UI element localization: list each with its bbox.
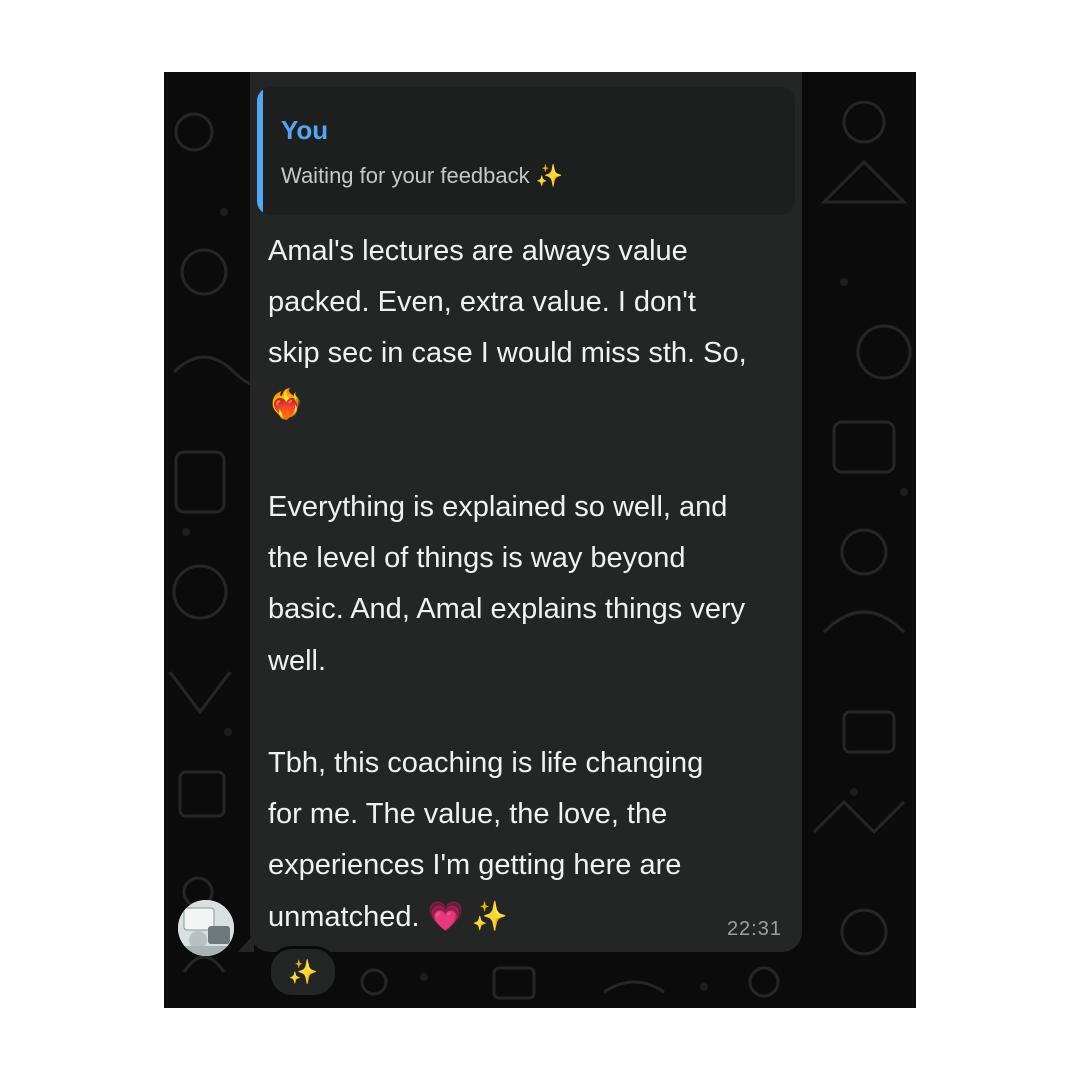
heart-on-fire-emoji: ❤️‍🔥 <box>268 380 792 431</box>
message-line: well. <box>268 644 327 677</box>
message-line: packed. Even, extra value. I don't <box>268 286 696 319</box>
message-line: experiences I'm getting here are <box>268 849 682 882</box>
message-timestamp: 22:31 <box>726 918 782 940</box>
message-last-line: unmatched. 💗 ✨ <box>268 892 792 943</box>
message-line: basic. And, Amal explains things very <box>268 593 746 626</box>
message-line: Amal's lectures are always value <box>268 235 688 267</box>
reply-accent-bar <box>257 87 263 215</box>
avatar[interactable] <box>178 900 234 956</box>
heart-on-fire-emoji-glyph: ❤️‍🔥 <box>268 388 305 421</box>
message-line: the level of things is way beyond <box>268 542 686 575</box>
reaction-pill[interactable]: ✨ <box>268 946 338 998</box>
message-bubble[interactable]: You Waiting for your feedback ✨ Amal's l… <box>250 72 802 952</box>
message-line: Tbh, this coaching is life changing <box>268 747 704 779</box>
chat-screen: You Waiting for your feedback ✨ Amal's l… <box>164 72 916 1008</box>
message-body: Amal's lectures are always value packed.… <box>268 226 792 943</box>
avatar-photo <box>178 900 234 956</box>
sparkles-reaction-icon: ✨ <box>288 958 318 986</box>
quoted-reply[interactable]: You Waiting for your feedback ✨ <box>257 87 795 215</box>
message-line: for me. The value, the love, the <box>268 798 668 831</box>
heart-sparkle-emoji: 💗 ✨ <box>427 900 508 933</box>
reply-sender: You <box>281 115 329 145</box>
reply-text: Waiting for your feedback ✨ <box>281 163 564 188</box>
message-line: Everything is explained so well, and <box>268 491 728 523</box>
message-line: unmatched. <box>268 900 420 933</box>
message-line: skip sec in case I would miss sth. So, <box>268 337 747 370</box>
